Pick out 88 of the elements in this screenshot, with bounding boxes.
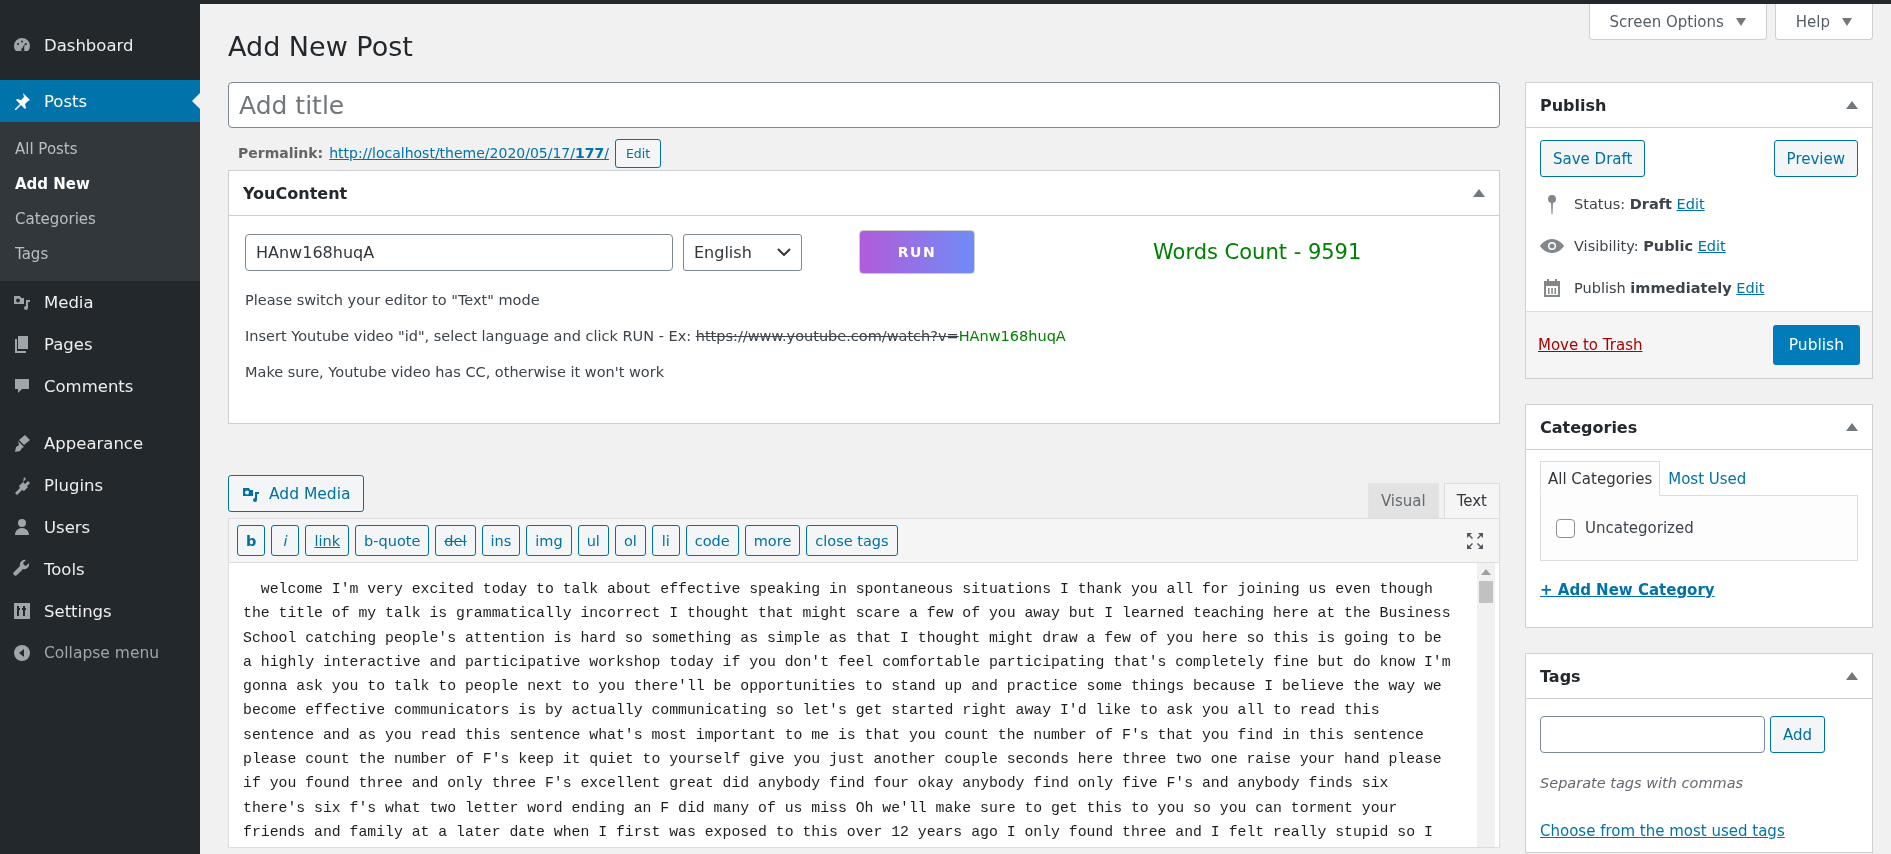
add-new-category-link[interactable]: + Add New Category	[1540, 581, 1715, 599]
submenu-item[interactable]: Categories	[0, 202, 200, 237]
wrench-icon	[12, 559, 32, 579]
quicktag-button[interactable]: close tags	[806, 525, 898, 556]
screen-meta-tab[interactable]: Help	[1774, 4, 1873, 40]
words-count: Words Count - 9591	[1153, 240, 1362, 264]
instruction-text: Insert Youtube video "id", select language and click RUN - Ex: https://www.youtube.com/watch?v=HAnw168huqA	[245, 328, 1067, 344]
title-field[interactable]: Add title	[228, 82, 1500, 128]
add-tag-button[interactable]: Add	[1770, 716, 1826, 753]
publish-setting-text: Visibility: Public Edit	[1574, 238, 1726, 254]
brush-icon	[12, 433, 32, 453]
left-arrow-circle-icon	[12, 643, 32, 663]
checkbox[interactable]	[1556, 518, 1575, 538]
triangle-up-icon[interactable]	[1473, 189, 1485, 197]
edit-link[interactable]: Edit	[1676, 196, 1705, 212]
menu-item[interactable]: Users	[0, 506, 200, 548]
person-icon	[12, 517, 32, 537]
menu-item[interactable]: Media	[0, 281, 200, 323]
publish-button[interactable]: Publish	[1772, 325, 1860, 365]
instruction-text: Please switch your editor to "Text" mode	[245, 292, 541, 308]
quicktag-button[interactable]: li	[651, 525, 680, 556]
fullscreen-icon[interactable]	[1465, 530, 1485, 551]
run-button[interactable]: RUN	[859, 230, 975, 274]
quicktag-button[interactable]: img	[526, 525, 572, 556]
menu-item[interactable]: Settings	[0, 590, 200, 632]
language-select[interactable]: English	[683, 233, 802, 271]
save-draft-button[interactable]: Save Draft	[1540, 140, 1646, 177]
caret-down-icon	[1842, 17, 1852, 26]
pin-icon	[12, 91, 32, 111]
category-tab[interactable]: All Categories	[1540, 461, 1661, 496]
edit-button[interactable]: Edit	[614, 138, 662, 168]
quicktag-button[interactable]: b	[237, 525, 266, 556]
submenu-item[interactable]: All Posts	[0, 132, 200, 167]
preview-button[interactable]: Preview	[1773, 140, 1858, 177]
most-used-tags-link[interactable]: Choose from the most used tags	[1540, 822, 1785, 840]
quicktag-button[interactable]: ol	[614, 525, 646, 556]
menu-item[interactable]: Tools	[0, 548, 200, 590]
menu-item[interactable]: Posts	[0, 80, 200, 122]
post-content-text: welcome I'm very excited today to talk about effective speaking in spontaneous situations I thank you all for joining us even though the title of my talk is grammatically incorrect I thought that might scare a few of you away but I learned teaching here at the Business School catching people's attention is hard so something as simple as that I thought might draw a few of you here so this is going to be a highly interactive and participative workshop today if you don't feel comfortable participating that's completely fine but do know I'm gonna ask you to talk to people next to you there'll be opportunities to stand up and practice some things because I believe the way we become effective communicators is by actually communicating so let's get started right away I'd like to ask you all to read this sentence and as you read this sentence what's most important to me is that you count the number of F's that you find in this sentence please count the number of F's keep it quiet to yourself give you just another couple seconds here three two one raise your hand please if you found three and only three F's excellent great did anybody find four okay anybody find only five F's and anybody finds six there's six f's what two letter word ending an F did many of us miss Oh we'll make sure to get this to you so you can torment your friends and family at a later date when I first was exposed to this over 12 years ago I only found three and I felt really stupid so I	[242, 580, 1452, 842]
permalink-label: Permalink:	[238, 145, 324, 161]
category-label: Uncategorized	[1585, 519, 1694, 537]
panel-title: Categories	[1540, 417, 1638, 437]
panel-title: Tags	[1540, 666, 1581, 686]
publish-setting-text: Status: Draft Edit	[1574, 196, 1705, 212]
editor-tab[interactable]: Text	[1443, 483, 1500, 518]
panel-title: Publish	[1540, 95, 1607, 115]
collapse-menu-button[interactable]: Collapse menu	[0, 632, 200, 674]
caret-down-icon	[1735, 17, 1746, 26]
scrollbar-thumb[interactable]	[1479, 581, 1493, 603]
menu-item[interactable]: Comments	[0, 365, 200, 407]
menu-item[interactable]: Appearance	[0, 422, 200, 464]
scrollbar[interactable]	[1477, 563, 1495, 847]
tag-field[interactable]	[1540, 716, 1765, 753]
submenu-item[interactable]: Tags	[0, 237, 200, 272]
eye-icon	[1540, 239, 1564, 253]
category-tab[interactable]: Most Used	[1660, 461, 1755, 496]
panel-title: YouContent	[243, 183, 348, 203]
editor-tab[interactable]: Visual	[1367, 483, 1439, 518]
screen-meta-tab[interactable]: Screen Options	[1588, 4, 1767, 40]
publish-setting-text: Publish immediately Edit	[1574, 280, 1765, 296]
quicktag-button[interactable]: more	[744, 525, 801, 556]
quicktag-button[interactable]: ins	[481, 525, 521, 556]
instruction-text: Make sure, Youtube video has CC, otherwise it won't work	[245, 364, 666, 380]
permalink-link[interactable]: http://localhost/theme/2020/05/17/177/	[329, 145, 609, 161]
sliders-icon	[12, 601, 32, 621]
quicktag-button[interactable]: code	[685, 525, 739, 556]
triangle-up-icon[interactable]	[1846, 101, 1858, 109]
add-media-button[interactable]: Add Media	[228, 475, 364, 512]
quicktag-button[interactable]: link	[305, 525, 350, 556]
move-to-trash-link[interactable]: Move to Trash	[1538, 336, 1643, 354]
menu-item[interactable]: Plugins	[0, 464, 200, 506]
edit-link[interactable]: Edit	[1697, 238, 1726, 254]
page-title: Add New Post	[228, 31, 413, 62]
chevron-down-icon	[777, 248, 791, 256]
quicktag-button[interactable]: i	[271, 525, 300, 556]
edit-link[interactable]: Edit	[1736, 280, 1765, 296]
quicktag-button[interactable]: ul	[577, 525, 609, 556]
quicktag-button[interactable]: del	[435, 525, 476, 556]
menu-item[interactable]: Dashboard	[0, 24, 200, 66]
submenu-item[interactable]: Add New	[0, 167, 200, 202]
quicktag-button[interactable]: b-quote	[355, 525, 430, 556]
scroll-up-arrow-icon[interactable]	[1481, 569, 1491, 575]
tags-hint: Separate tags with commas	[1540, 775, 1745, 791]
video-id-field[interactable]: HAnw168huqA	[245, 233, 673, 271]
triangle-up-icon[interactable]	[1846, 672, 1858, 680]
menu-item[interactable]: Pages	[0, 323, 200, 365]
triangle-up-icon[interactable]	[1846, 423, 1858, 431]
speech-bubble-icon	[12, 376, 32, 396]
